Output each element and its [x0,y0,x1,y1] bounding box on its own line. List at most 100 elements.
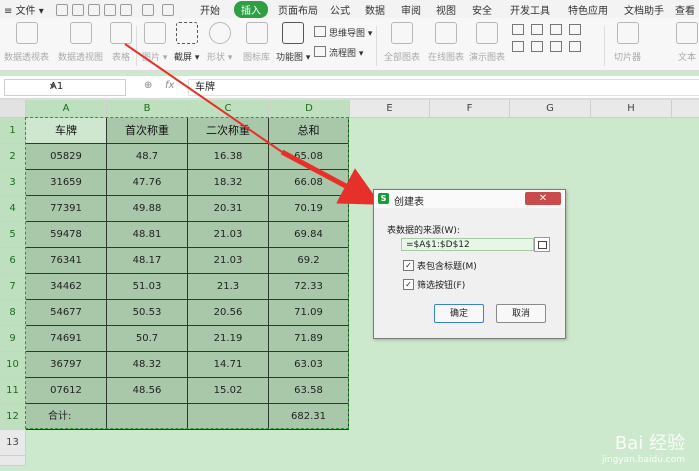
range-picker-icon[interactable] [534,237,550,252]
email-icon[interactable] [120,4,132,16]
chart-type-icons-row1 [512,24,584,35]
data-source-range-input[interactable]: =$A$1:$D$12 [401,238,534,251]
flowchart-label: 流程图 [329,49,357,59]
column-header-f[interactable]: F [430,100,510,118]
ribbon-divider [376,26,377,66]
flowchart-button[interactable]: 流程图 ▾ [314,46,363,59]
row-header-1[interactable]: 1 [0,118,26,144]
menu-data[interactable]: 数据 [365,2,385,17]
row-header-9[interactable]: 9 [0,326,26,352]
fx-icon[interactable]: fx [165,80,174,91]
chart-types-grid[interactable] [512,24,584,52]
row-header-4[interactable]: 4 [0,196,26,222]
row-header-6[interactable]: 6 [0,248,26,274]
screenshot-icon [175,22,198,44]
demo-charts-button[interactable]: 演示图表 [469,22,505,63]
bar-chart-icon [512,41,524,52]
pie-chart-icon [550,24,562,35]
radar-chart-icon [550,41,562,52]
all-charts-button[interactable]: 全部图表 [384,22,420,63]
watermark-text: Bai 经验 [614,433,685,454]
menu-security[interactable]: 安全 [472,2,492,17]
row-header-13[interactable]: 13 [0,430,26,456]
row-header-2[interactable]: 2 [0,144,26,170]
row-header-partial [0,456,26,466]
column-header-a[interactable]: A [26,100,107,118]
save-icon[interactable] [56,4,68,16]
menu-home[interactable]: 开始 [200,2,220,17]
row-header-7[interactable]: 7 [0,274,26,300]
ribbon-divider [136,26,137,66]
menu-view[interactable]: 视图 [436,2,456,17]
icon-library-button[interactable]: 图标库 [243,22,270,63]
online-charts-button[interactable]: 在线图表 [428,22,464,63]
mindmap-button[interactable]: 思维导图 ▾ [314,26,372,39]
dialog-titlebar[interactable]: S 创建表 ✕ [374,190,565,208]
close-button[interactable]: ✕ [525,192,561,205]
row-header-3[interactable]: 3 [0,170,26,196]
undo-icon[interactable] [142,4,154,16]
picture-button[interactable]: 图片 ▾ [142,22,167,63]
menu-formulas[interactable]: 公式 [330,2,350,17]
menu-developer[interactable]: 开发工具 [510,2,550,17]
icon-library-label: 图标库 [243,53,271,63]
preview-icon[interactable] [88,4,100,16]
menu-features[interactable]: 特色应用 [568,2,608,17]
screenshot-label: 截屏 [174,53,193,63]
menu-file-label: 文件 [15,6,36,17]
row-header-12[interactable]: 12 [0,404,26,430]
selection-marquee [25,117,349,429]
header-checkbox[interactable]: ✓ [403,260,414,271]
row-header-5[interactable]: 5 [0,222,26,248]
menu-bar: ≡ 文件 ▾ 开始 插入 页面布局 公式 数据 审阅 视图 安全 开发工具 特色… [0,0,699,18]
mindmap-icon [314,26,326,37]
demo-charts-label: 演示图表 [469,53,506,63]
menu-doc-assistant[interactable]: 文档助手 [624,2,664,17]
text-label: 文本 [677,53,696,63]
table-button[interactable]: 表格 [110,22,132,63]
slicer-button[interactable]: 切片器 [614,22,641,63]
row-header-10[interactable]: 10 [0,352,26,378]
column-header-d[interactable]: D [269,100,350,118]
formula-input[interactable]: 车牌 [188,79,699,96]
column-header-g[interactable]: G [510,100,591,118]
picture-icon [143,22,166,44]
select-all-corner[interactable] [0,100,26,118]
pivot-chart-icon [69,22,92,44]
ok-button[interactable]: 确定 [434,304,484,323]
column-header-b[interactable]: B [107,100,188,118]
pivot-chart-button[interactable]: 数据透视图 [58,22,103,63]
screenshot-button[interactable]: 截屏 ▾ [174,22,199,63]
print-icon[interactable] [72,4,84,16]
function-chart-label: 功能图 [276,53,304,63]
cancel-button[interactable]: 取消 [496,304,546,323]
chevron-down-icon[interactable]: ▾ [50,81,121,92]
icon-library-icon [245,22,268,44]
export-icon[interactable] [104,4,116,16]
column-header-e[interactable]: E [350,100,430,118]
column-header-i[interactable] [672,100,699,118]
ribbon-divider [604,26,605,66]
row-header-11[interactable]: 11 [0,378,26,404]
wps-s-icon: S [378,193,389,204]
menu-page-layout[interactable]: 页面布局 [278,2,318,17]
flowchart-icon [314,46,326,57]
formula-bar: A1 ▾ ⊕ fx 车牌 [0,76,699,99]
column-header-h[interactable]: H [591,100,672,118]
menu-insert[interactable]: 插入 [234,1,268,18]
pivot-table-button[interactable]: 数据透视表 [4,22,49,63]
menu-overflow[interactable]: 查看 [675,2,699,17]
name-box[interactable]: A1 ▾ [4,79,126,96]
row-header-8[interactable]: 8 [0,300,26,326]
function-chart-button[interactable]: 功能图 ▾ [276,22,310,63]
redo-icon[interactable] [162,4,174,16]
text-icon [676,22,698,44]
menu-review[interactable]: 审阅 [401,2,421,17]
pivot-chart-label: 数据透视图 [58,53,104,63]
zoom-icon[interactable]: ⊕ [144,80,152,91]
menu-file[interactable]: ≡ 文件 ▾ [4,2,44,17]
text-button[interactable]: 文本 [676,22,698,63]
shape-button[interactable]: 形状 ▾ [207,22,232,63]
filter-checkbox[interactable]: ✓ [403,279,414,290]
column-header-c[interactable]: C [188,100,269,118]
